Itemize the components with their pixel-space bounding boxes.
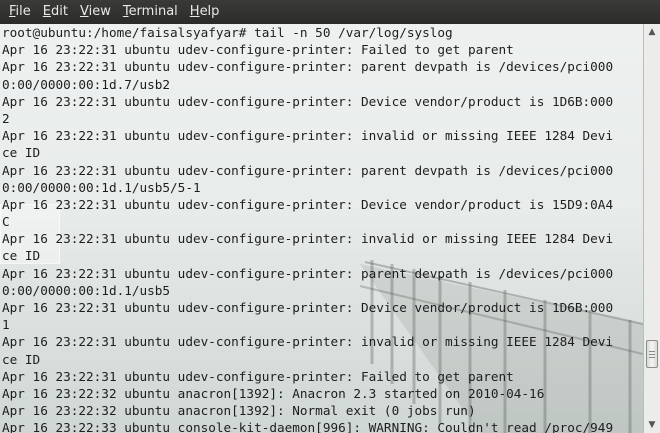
terminal-line: Apr 16 23:22:31 ubuntu udev-configure-pr… xyxy=(2,128,614,144)
terminal-line: 0:00/0000:00:1d.1/usb5 xyxy=(2,282,171,298)
terminal-line: 0:00/0000:00:1d.1/usb5/5-1 xyxy=(2,179,201,195)
terminal-line: Apr 16 23:22:31 ubuntu udev-configure-pr… xyxy=(2,42,514,58)
terminal-line: Apr 16 23:22:32 ubuntu anacron[1392]: An… xyxy=(2,385,545,401)
terminal-line: Apr 16 23:22:31 ubuntu udev-configure-pr… xyxy=(2,196,614,212)
menu-view[interactable]: View xyxy=(74,0,117,24)
menu-file[interactable]: File xyxy=(3,0,37,24)
terminal-line: 1 xyxy=(2,317,10,333)
terminal-line: Apr 16 23:22:32 ubuntu anacron[1392]: No… xyxy=(2,403,476,419)
vertical-scrollbar[interactable]: ▲ ▼ xyxy=(643,24,660,433)
terminal-line: Apr 16 23:22:33 ubuntu console-kit-daemo… xyxy=(2,420,614,433)
terminal-line: Apr 16 23:22:31 ubuntu udev-configure-pr… xyxy=(2,93,614,109)
terminal-line: Apr 16 23:22:31 ubuntu udev-configure-pr… xyxy=(2,368,514,384)
terminal-line: Apr 16 23:22:31 ubuntu udev-configure-pr… xyxy=(2,265,614,281)
terminal-output[interactable]: root@ubuntu:/home/faisalsyafyar# tail -n… xyxy=(0,24,643,433)
terminal-line: root@ubuntu:/home/faisalsyafyar# tail -n… xyxy=(2,25,453,40)
terminal-line: Apr 16 23:22:31 ubuntu udev-configure-pr… xyxy=(2,231,614,247)
terminal-line: Apr 16 23:22:31 ubuntu udev-configure-pr… xyxy=(2,59,614,75)
terminal-line: ce ID xyxy=(2,248,41,264)
terminal-line: Apr 16 23:22:31 ubuntu udev-configure-pr… xyxy=(2,162,614,178)
scrollbar-thumb[interactable] xyxy=(646,340,658,369)
terminal-line: ce ID xyxy=(2,351,41,367)
menu-help[interactable]: Help xyxy=(184,0,226,24)
arrow-down-icon[interactable]: ▼ xyxy=(644,417,660,433)
menu-bar: File Edit View Terminal Help xyxy=(0,0,660,24)
terminal-lines: root@ubuntu:/home/faisalsyafyar# tail -n… xyxy=(2,24,643,433)
terminal-line: 0:00/0000:00:1d.7/usb2 xyxy=(2,76,171,92)
terminal-line: 2 xyxy=(2,110,10,126)
terminal-line: Apr 16 23:22:31 ubuntu udev-configure-pr… xyxy=(2,300,614,315)
menu-edit[interactable]: Edit xyxy=(37,0,74,24)
terminal-line: Apr 16 23:22:31 ubuntu udev-configure-pr… xyxy=(2,334,614,350)
terminal-line: C xyxy=(2,214,10,230)
arrow-up-icon[interactable]: ▲ xyxy=(644,24,660,40)
terminal-line: ce ID xyxy=(2,145,41,161)
menu-terminal[interactable]: Terminal xyxy=(117,0,184,24)
